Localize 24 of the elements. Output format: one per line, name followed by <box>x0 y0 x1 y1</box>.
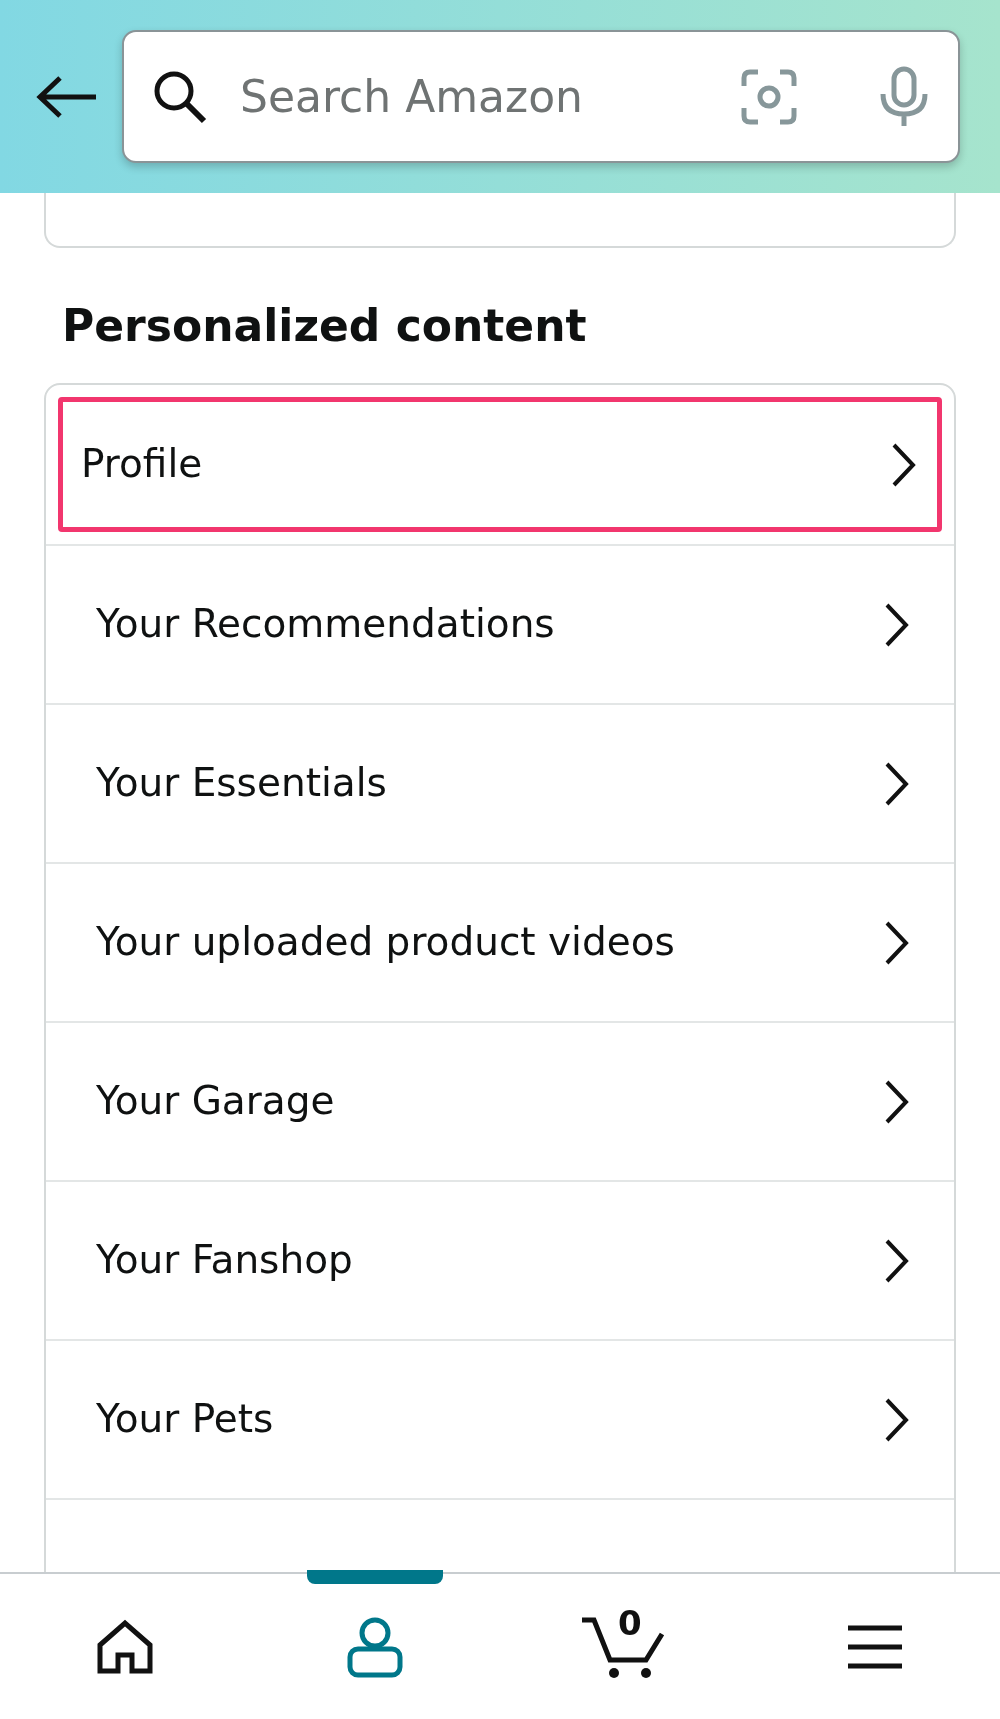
camera-icon[interactable] <box>740 67 798 126</box>
person-icon[interactable] <box>346 1615 404 1678</box>
section-heading: Personalized content <box>62 299 588 353</box>
menu-icon[interactable] <box>846 1623 904 1670</box>
chevron-icon <box>884 1078 910 1125</box>
chevron-icon <box>884 760 910 807</box>
menu-item[interactable]: Your Pets <box>46 1341 954 1498</box>
back-icon[interactable] <box>36 74 98 119</box>
menu-item[interactable]: Your Essentials <box>46 705 954 862</box>
chevron-icon <box>884 919 910 966</box>
menu-item[interactable]: Your Fanshop <box>46 1182 954 1339</box>
menu-item[interactable]: Your Recommendations <box>46 546 954 703</box>
chevron-icon <box>884 601 910 648</box>
cart-count: 0 <box>618 1605 642 1640</box>
menu-item[interactable]: Profile <box>58 397 942 532</box>
menu-item[interactable]: Your uploaded product videos <box>46 864 954 1021</box>
chevron-icon <box>884 1237 910 1284</box>
chevron-icon <box>884 1396 910 1443</box>
menu-item[interactable]: Your Garage <box>46 1023 954 1180</box>
microphone-icon[interactable] <box>878 65 930 128</box>
search-bar[interactable]: Search Amazon <box>122 30 960 163</box>
home-icon[interactable] <box>96 1618 154 1675</box>
chevron-icon <box>891 441 917 488</box>
search-field[interactable]: Search Amazon <box>240 63 708 130</box>
